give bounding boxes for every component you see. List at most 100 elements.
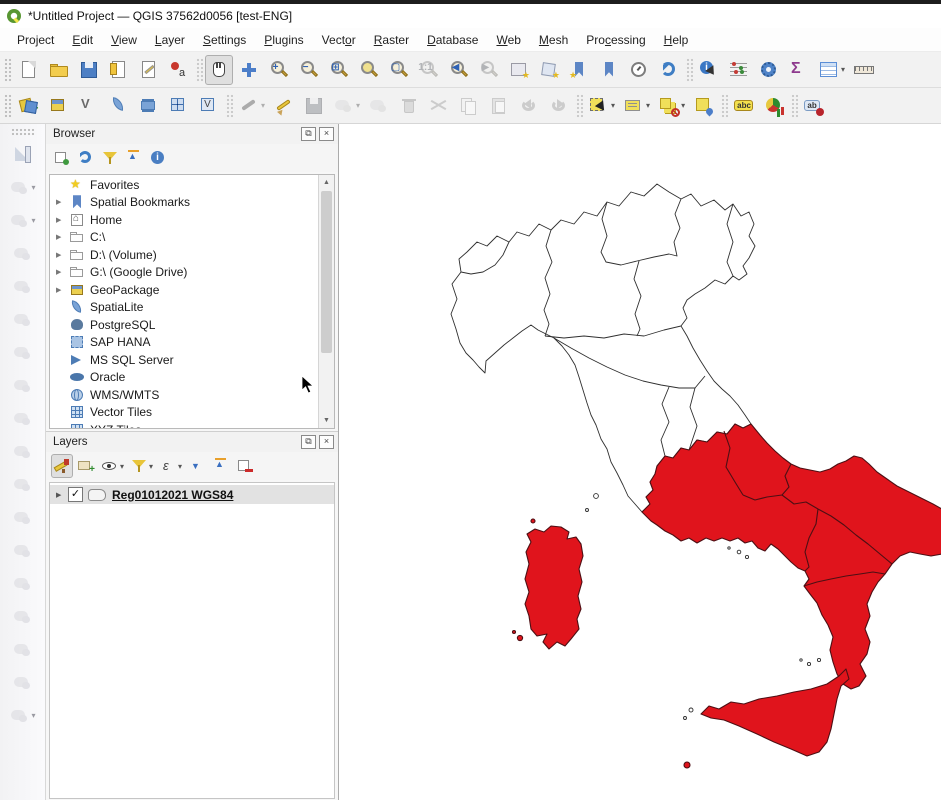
deselect-features-button[interactable]: ▾ — [655, 91, 688, 121]
layer-expander-icon[interactable]: ▶ — [56, 491, 68, 499]
browser-item-home[interactable]: ▶Home — [50, 211, 319, 229]
select-by-location-button[interactable] — [690, 91, 718, 121]
filter-by-expression-button[interactable]: ▾ — [157, 454, 184, 478]
new-print-layout-button[interactable] — [105, 55, 133, 85]
scroll-thumb[interactable] — [321, 191, 332, 353]
menu-help[interactable]: Help — [655, 30, 698, 50]
menu-project[interactable]: Project — [8, 30, 63, 50]
layers-panel-header[interactable]: Layers ⧉ × — [46, 432, 338, 452]
expander-icon[interactable]: ▶ — [56, 286, 70, 294]
map-canvas[interactable] — [338, 124, 941, 800]
browser-item-spatialite[interactable]: SpatiaLite — [50, 299, 319, 317]
browser-item-geopackage[interactable]: ▶GeoPackage — [50, 281, 319, 299]
browser-item-c[interactable]: ▶C:\ — [50, 229, 319, 247]
zoom-to-layer-button[interactable]: ▢ — [385, 55, 413, 85]
new-memory-layer-button[interactable] — [195, 91, 223, 121]
menu-web[interactable]: Web — [487, 30, 529, 50]
zoom-to-selection-button[interactable] — [355, 55, 383, 85]
show-layout-manager-button[interactable] — [135, 55, 163, 85]
filter-legend-button[interactable]: ▾ — [128, 454, 155, 478]
identify-features-button[interactable] — [695, 55, 723, 85]
data-source-manager-button[interactable]: + — [15, 91, 43, 121]
browser-item-ms-sql-server[interactable]: MS SQL Server — [50, 351, 319, 369]
menu-plugins[interactable]: Plugins — [255, 30, 312, 50]
layer-name[interactable]: Reg01012021 WGS84 — [112, 488, 233, 502]
properties-widget-button[interactable] — [147, 146, 169, 170]
browser-item-postgresql[interactable]: PostgreSQL — [50, 316, 319, 334]
scale-ruler-button[interactable] — [0, 138, 45, 171]
expander-icon[interactable]: ▶ — [56, 216, 70, 224]
layer-labeling-button[interactable]: abc — [730, 91, 758, 121]
pan-to-selection-button[interactable] — [235, 55, 263, 85]
refresh-map-button[interactable] — [655, 55, 683, 85]
dropdown-arrow-icon[interactable]: ▾ — [611, 101, 615, 110]
zoom-out-button[interactable]: − — [295, 55, 323, 85]
paste-features-button[interactable] — [485, 91, 513, 121]
new-3d-map-view-button[interactable] — [535, 55, 563, 85]
expander-icon[interactable]: ▶ — [56, 198, 70, 206]
filter-browser-button[interactable] — [99, 146, 121, 170]
menu-settings[interactable]: Settings — [194, 30, 255, 50]
browser-item-favorites[interactable]: Favorites — [50, 176, 319, 194]
browser-item-vector-tiles[interactable]: Vector Tiles — [50, 404, 319, 422]
add-group-button[interactable] — [75, 454, 97, 478]
select-features-button[interactable]: ▾ — [585, 91, 618, 121]
browser-float-icon[interactable]: ⧉ — [301, 127, 316, 141]
zoom-next-button[interactable]: ▶ — [475, 55, 503, 85]
dropdown-arrow-icon[interactable]: ▾ — [681, 101, 685, 110]
browser-close-icon[interactable]: × — [319, 127, 334, 141]
zoom-full-button[interactable]: ⊞ — [325, 55, 353, 85]
menu-mesh[interactable]: Mesh — [530, 30, 577, 50]
style-manager-button[interactable] — [165, 55, 193, 85]
expander-icon[interactable]: ▶ — [56, 251, 70, 259]
zoom-native-button[interactable]: 1:1 — [415, 55, 443, 85]
labeling-options-button[interactable]: ab — [800, 91, 828, 121]
dropdown-arrow-icon[interactable]: ▾ — [261, 101, 265, 110]
dropdown-arrow-icon[interactable]: ▾ — [841, 65, 845, 74]
new-map-view-button[interactable] — [505, 55, 533, 85]
scroll-up-icon[interactable]: ▲ — [319, 175, 334, 190]
menu-raster[interactable]: Raster — [365, 30, 418, 50]
copy-features-button[interactable] — [455, 91, 483, 121]
layers-float-icon[interactable]: ⧉ — [301, 435, 316, 449]
menu-vector[interactable]: Vector — [313, 30, 365, 50]
manage-map-themes-button[interactable]: ▾ — [99, 454, 126, 478]
remove-layer-button[interactable] — [234, 454, 256, 478]
new-virtual-layer-button[interactable] — [165, 91, 193, 121]
menu-edit[interactable]: Edit — [63, 30, 102, 50]
show-sum-button[interactable] — [785, 55, 813, 85]
dropdown-arrow-icon[interactable]: ▾ — [356, 101, 360, 110]
new-shapefile-layer-button[interactable] — [75, 91, 103, 121]
zoom-last-button[interactable]: ◀ — [445, 55, 473, 85]
redo-button[interactable] — [545, 91, 573, 121]
select-features-by-value-button[interactable]: ▾ — [620, 91, 653, 121]
save-edits-button[interactable] — [300, 91, 328, 121]
menu-view[interactable]: View — [102, 30, 146, 50]
collapse-all-button[interactable] — [210, 454, 232, 478]
open-attribute-table-button[interactable]: ▾ — [815, 55, 848, 85]
save-project-button[interactable] — [75, 55, 103, 85]
add-selected-layers-button[interactable] — [51, 146, 73, 170]
browser-item-g-google-drive[interactable]: ▶G:\ (Google Drive) — [50, 264, 319, 282]
menu-processing[interactable]: Processing — [577, 30, 654, 50]
browser-item-xyz-tiles[interactable]: XYZ Tiles — [50, 421, 319, 429]
undo-button[interactable] — [515, 91, 543, 121]
browser-item-spatial-bookmarks[interactable]: ▶Spatial Bookmarks — [50, 194, 319, 212]
modify-attributes-button[interactable] — [365, 91, 393, 121]
vertex-tool-button[interactable]: ▾ — [330, 91, 363, 121]
expander-icon[interactable]: ▶ — [56, 268, 70, 276]
menu-layer[interactable]: Layer — [146, 30, 194, 50]
layer-row[interactable]: ▶ ✓ Reg01012021 WGS84 — [50, 485, 334, 504]
new-geopackage-layer-button[interactable] — [45, 91, 73, 121]
current-edits-button[interactable]: ▾ — [235, 91, 268, 121]
title-bar[interactable]: *Untitled Project — QGIS 37562d0056 [tes… — [0, 4, 941, 28]
new-spatial-bookmark-button[interactable] — [565, 55, 593, 85]
menu-database[interactable]: Database — [418, 30, 487, 50]
new-project-button[interactable] — [15, 55, 43, 85]
new-mesh-layer-button[interactable] — [135, 91, 163, 121]
browser-panel-header[interactable]: Browser ⧉ × — [46, 124, 338, 144]
expand-all-button[interactable] — [186, 454, 208, 478]
zoom-in-button[interactable]: + — [265, 55, 293, 85]
collapse-all-browser-button[interactable] — [123, 146, 145, 170]
pan-map-button[interactable] — [205, 55, 233, 85]
